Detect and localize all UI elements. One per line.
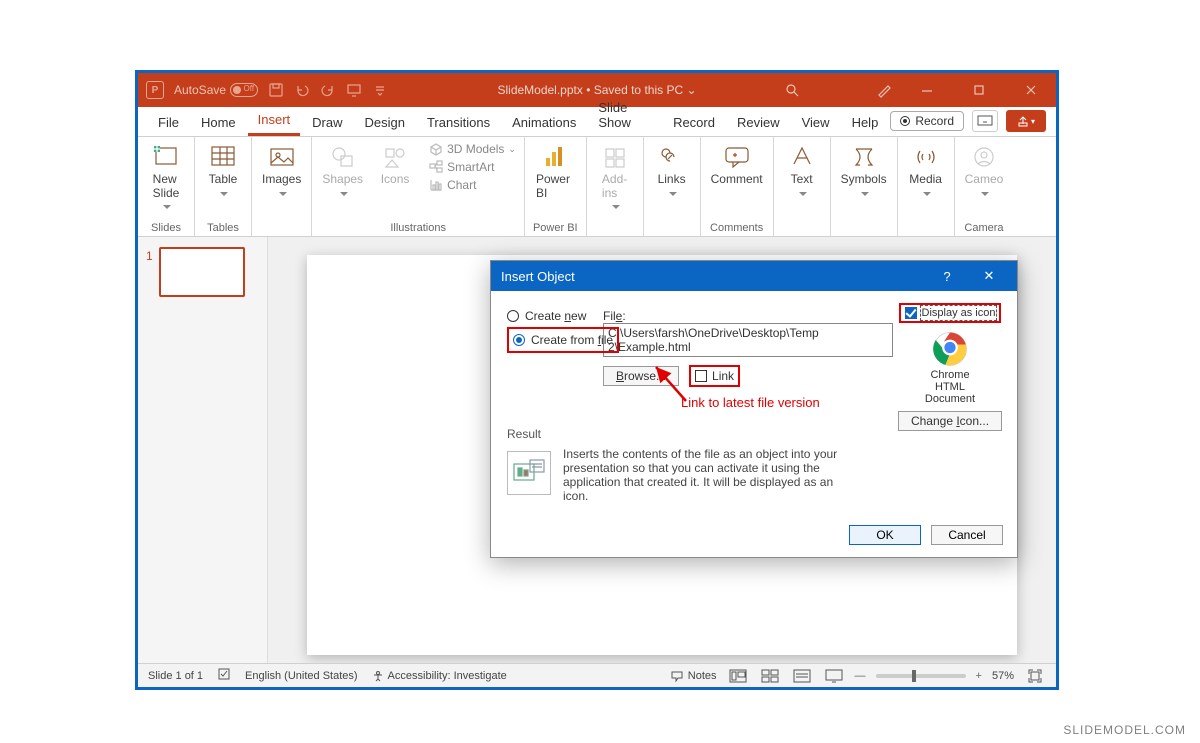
- tab-insert[interactable]: Insert: [248, 108, 301, 136]
- symbols-button[interactable]: Symbols: [839, 141, 889, 205]
- sorter-view-icon[interactable]: [759, 668, 781, 684]
- zoom-slider[interactable]: [876, 674, 966, 678]
- close-button[interactable]: [1014, 73, 1048, 107]
- slide-thumbnails: 1: [138, 237, 268, 663]
- insert-object-dialog: Insert Object ? ✕ Create new Create from…: [490, 260, 1018, 558]
- dialog-title-bar: Insert Object ? ✕: [491, 261, 1017, 291]
- share-button[interactable]: ▾: [1006, 110, 1046, 132]
- notes-button[interactable]: Notes: [670, 670, 717, 682]
- slideshow-view-icon[interactable]: [823, 668, 845, 684]
- status-bar: Slide 1 of 1 English (United States) Acc…: [138, 663, 1056, 687]
- ribbon-tabs: File Home Insert Draw Design Transitions…: [138, 107, 1056, 137]
- search-icon[interactable]: [784, 82, 800, 98]
- maximize-button[interactable]: [962, 73, 996, 107]
- chart-button[interactable]: Chart: [429, 177, 516, 193]
- annotation-text: Link to latest file version: [681, 395, 820, 410]
- thumbnail-number: 1: [146, 247, 153, 297]
- tab-file[interactable]: File: [148, 111, 189, 136]
- dialog-help-button[interactable]: ?: [929, 261, 965, 291]
- tab-review[interactable]: Review: [727, 111, 790, 136]
- tab-home[interactable]: Home: [191, 111, 246, 136]
- watermark: SLIDEMODEL.COM: [1063, 723, 1186, 737]
- undo-icon[interactable]: [294, 82, 310, 98]
- save-icon[interactable]: [268, 82, 284, 98]
- comment-button[interactable]: Comment: [709, 141, 765, 189]
- shapes-button[interactable]: Shapes: [320, 141, 365, 205]
- accessibility-status[interactable]: Accessibility: Investigate: [372, 670, 507, 682]
- tab-animations[interactable]: Animations: [502, 111, 586, 136]
- normal-view-icon[interactable]: [727, 668, 749, 684]
- 3d-models-button[interactable]: 3D Models ⌄: [429, 141, 516, 157]
- ok-button[interactable]: OK: [849, 525, 921, 545]
- reading-view-icon[interactable]: [791, 668, 813, 684]
- language-status[interactable]: English (United States): [245, 670, 358, 682]
- tab-view[interactable]: View: [792, 111, 840, 136]
- zoom-level[interactable]: 57%: [992, 670, 1014, 682]
- slide-counter: Slide 1 of 1: [148, 670, 203, 682]
- qat-more-icon[interactable]: [372, 82, 388, 98]
- slide-canvas-area: Insert Object ? ✕ Create new Create from…: [268, 237, 1056, 663]
- dialog-title: Insert Object: [501, 269, 575, 284]
- powerpoint-logo-icon: P: [146, 81, 164, 99]
- slide-thumbnail-1[interactable]: [159, 247, 245, 297]
- file-path-input[interactable]: C:\Users\farsh\OneDrive\Desktop\Temp 2\E…: [603, 323, 893, 357]
- create-new-radio[interactable]: Create new: [507, 309, 619, 323]
- tab-draw[interactable]: Draw: [302, 111, 352, 136]
- redo-icon[interactable]: [320, 82, 336, 98]
- icons-button[interactable]: Icons: [375, 141, 415, 189]
- result-icon: [507, 451, 551, 495]
- new-slide-button[interactable]: New Slide: [146, 141, 186, 218]
- minimize-button[interactable]: [910, 73, 944, 107]
- document-title: SlideModel.pptx • Saved to this PC ⌄: [497, 83, 696, 97]
- smartart-button[interactable]: SmartArt: [429, 159, 516, 175]
- present-mode-icon[interactable]: [972, 110, 998, 132]
- powerbi-button[interactable]: Power BI: [533, 141, 573, 203]
- media-button[interactable]: Media: [906, 141, 946, 205]
- display-as-icon-checkbox[interactable]: Display as icon: [905, 307, 996, 319]
- change-icon-button[interactable]: Change Icon...: [898, 411, 1002, 431]
- record-dot-icon: [900, 116, 910, 126]
- icon-label: Chrome HTML Document: [895, 369, 1005, 405]
- ribbon: New Slide Slides Table Tables Images Sha…: [138, 137, 1056, 237]
- addins-button[interactable]: Add- ins: [595, 141, 635, 218]
- tab-design[interactable]: Design: [355, 111, 415, 136]
- workspace: 1 Insert Object ? ✕ Create new: [138, 237, 1056, 663]
- dialog-close-button[interactable]: ✕: [971, 261, 1007, 291]
- text-button[interactable]: Text: [782, 141, 822, 205]
- tab-record[interactable]: Record: [663, 111, 725, 136]
- chrome-icon: [932, 331, 968, 367]
- result-description: Inserts the contents of the file as an o…: [563, 447, 843, 503]
- tab-slideshow[interactable]: Slide Show: [588, 96, 661, 136]
- images-button[interactable]: Images: [260, 141, 303, 205]
- autosave-toggle[interactable]: AutoSave: [174, 83, 258, 97]
- fit-window-icon[interactable]: [1024, 668, 1046, 684]
- create-from-file-radio[interactable]: Create from file: [513, 333, 613, 347]
- links-button[interactable]: Links: [652, 141, 692, 205]
- tab-transitions[interactable]: Transitions: [417, 111, 500, 136]
- autosave-switch-icon[interactable]: [230, 83, 258, 97]
- display-as-icon-panel: Display as icon Chrome HTML Docume: [895, 303, 1005, 431]
- cameo-button[interactable]: Cameo: [963, 141, 1006, 205]
- cancel-button[interactable]: Cancel: [931, 525, 1003, 545]
- spellcheck-icon[interactable]: [217, 667, 231, 684]
- record-button[interactable]: Record: [890, 111, 964, 131]
- table-button[interactable]: Table: [203, 141, 243, 205]
- present-icon[interactable]: [346, 82, 362, 98]
- powerpoint-window: P AutoSave SlideModel.pptx • Saved to th…: [135, 70, 1059, 690]
- tab-help[interactable]: Help: [842, 111, 889, 136]
- pen-icon[interactable]: [876, 82, 892, 98]
